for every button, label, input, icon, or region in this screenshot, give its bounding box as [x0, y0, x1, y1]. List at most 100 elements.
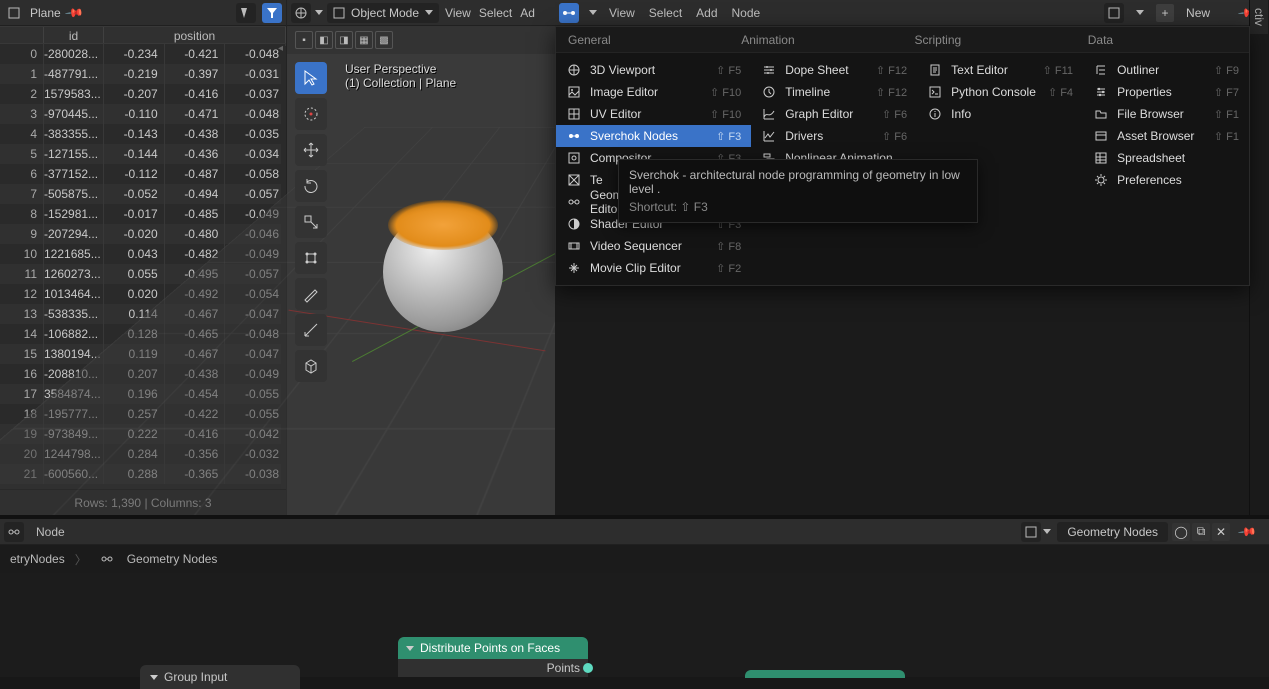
annotate-tool[interactable] [295, 278, 327, 310]
add-cube-tool[interactable] [295, 350, 327, 382]
menu-item-label: Spreadsheet [1117, 151, 1231, 165]
editor-type-icon[interactable] [291, 3, 311, 23]
col-position[interactable]: position [104, 27, 286, 43]
table-row[interactable]: 7-505875...-0.052-0.494-0.057 [0, 184, 286, 204]
dd-heading-general: General [556, 27, 729, 52]
node-tree-name[interactable]: Geometry Nodes [1067, 525, 1158, 539]
node-title: Distribute Points on Faces [420, 641, 560, 655]
table-row[interactable]: 4-383355...-0.143-0.438-0.035 [0, 124, 286, 144]
table-row[interactable]: 8-152981...-0.017-0.485-0.049 [0, 204, 286, 224]
menu-item-label: Image Editor [590, 85, 702, 99]
menu-item-3d-viewport[interactable]: 3D Viewport⇧ F5 [556, 59, 751, 81]
mode-dropdown[interactable]: Object Mode [327, 3, 439, 23]
graph-icon [761, 107, 777, 121]
move-tool[interactable] [295, 134, 327, 166]
menu-add[interactable]: Ad [518, 4, 537, 22]
tooltip-text: Sverchok - architectural node programmin… [629, 168, 967, 196]
table-row[interactable]: 6-377152...-0.112-0.487-0.058 [0, 164, 286, 184]
menu-item-label: Graph Editor [785, 107, 874, 121]
menu-item-drivers[interactable]: Drivers⇧ F6 [751, 125, 917, 147]
menu-item-uv-editor[interactable]: UV Editor⇧ F10 [556, 103, 751, 125]
table-row[interactable]: 5-127155...-0.144-0.436-0.034 [0, 144, 286, 164]
menu-node[interactable]: Node [730, 4, 763, 22]
table-row[interactable]: 0-280028...-0.234-0.421-0.048 [0, 44, 286, 64]
scale-tool[interactable] [295, 206, 327, 238]
menu-item-properties[interactable]: Properties⇧ F7 [1083, 81, 1249, 103]
menu-item-image-editor[interactable]: Image Editor⇧ F10 [556, 81, 751, 103]
breadcrumb-root[interactable]: etryNodes [10, 552, 65, 566]
viewport-object[interactable] [373, 190, 513, 330]
col-id[interactable]: id [44, 27, 104, 43]
menu-item-outliner[interactable]: Outliner⇧ F9 [1083, 59, 1249, 81]
duplicate-icon[interactable]: ⧉ [1192, 523, 1210, 541]
chevron-down-icon [406, 646, 414, 651]
dd-heading-scripting: Scripting [903, 27, 1076, 52]
selection-mode-tools[interactable]: ▪◧◨▦▩ [295, 31, 395, 49]
menu-item-video-sequencer[interactable]: Video Sequencer⇧ F8 [556, 235, 751, 257]
menu-select[interactable]: Select [647, 4, 684, 22]
menu-node[interactable]: Node [34, 523, 67, 541]
measure-tool[interactable] [295, 314, 327, 346]
menu-item-asset-browser[interactable]: Asset Browser⇧ F1 [1083, 125, 1249, 147]
table-row[interactable]: 3-970445...-0.110-0.471-0.048 [0, 104, 286, 124]
cursor-tool[interactable] [295, 98, 327, 130]
tree-type-icon[interactable] [1021, 522, 1041, 542]
output-socket[interactable] [583, 663, 593, 673]
menu-item-spreadsheet[interactable]: Spreadsheet [1083, 147, 1249, 169]
menu-add[interactable]: Add [694, 4, 719, 22]
filter-icon[interactable] [262, 3, 282, 23]
perspective-label: User Perspective [345, 62, 456, 76]
new-button[interactable]: New [1186, 6, 1210, 20]
uv-icon [566, 107, 582, 121]
plus-icon[interactable]: + [1156, 4, 1174, 22]
menu-item-timeline[interactable]: Timeline⇧ F12 [751, 81, 917, 103]
editor-type-button[interactable] [559, 3, 579, 23]
sidebar-tab[interactable]: ctiv [1250, 0, 1268, 34]
select-tool[interactable] [295, 62, 327, 94]
menu-item-dope-sheet[interactable]: Dope Sheet⇧ F12 [751, 59, 917, 81]
menu-item-graph-editor[interactable]: Graph Editor⇧ F6 [751, 103, 917, 125]
menu-item-shortcut: ⇧ F1 [1214, 130, 1239, 143]
text-icon [927, 63, 943, 77]
breadcrumb-current[interactable]: Geometry Nodes [127, 552, 218, 566]
tooltip-shortcut: Shortcut: ⇧ F3 [629, 200, 967, 214]
menu-item-file-browser[interactable]: File Browser⇧ F1 [1083, 103, 1249, 125]
node-distribute-points[interactable]: Distribute Points on Faces Points [398, 637, 588, 677]
shield-icon[interactable]: ◯ [1172, 523, 1190, 541]
menu-item-movie-clip-editor[interactable]: Movie Clip Editor⇧ F2 [556, 257, 751, 279]
editor-type-menu: General Animation Scripting Data 3D View… [555, 26, 1250, 286]
node-group-input[interactable]: Group Input [140, 665, 300, 689]
tree-type-icon[interactable] [1104, 3, 1124, 23]
pin-icon[interactable]: 📌 [64, 2, 84, 22]
chevron-down-icon[interactable] [589, 10, 597, 15]
menu-item-label: Movie Clip Editor [590, 261, 708, 275]
node-canvas[interactable]: Group Input Distribute Points on Faces P… [0, 573, 1269, 677]
dopesheet-icon [761, 63, 777, 77]
rotate-tool[interactable] [295, 170, 327, 202]
transform-tool[interactable] [295, 242, 327, 274]
menu-item-info[interactable]: Info [917, 103, 1083, 125]
selection-toggle[interactable] [236, 3, 256, 23]
node-title: Group Input [164, 670, 227, 684]
menu-item-label: Sverchok Nodes [590, 129, 708, 143]
menu-item-text-editor[interactable]: Text Editor⇧ F11 [917, 59, 1083, 81]
menu-view[interactable]: View [607, 4, 637, 22]
pin-icon[interactable]: 📌 [1237, 521, 1257, 541]
table-row[interactable]: 1-487791...-0.219-0.397-0.031 [0, 64, 286, 84]
menu-item-sverchok-nodes[interactable]: Sverchok Nodes⇧ F3 [556, 125, 751, 147]
node-socket-label: Points [547, 661, 580, 675]
menu-item-python-console[interactable]: Python Console⇧ F4 [917, 81, 1083, 103]
table-row[interactable]: 21579583...-0.207-0.416-0.037 [0, 84, 286, 104]
close-icon[interactable]: ✕ [1212, 523, 1230, 541]
editor-type-icon[interactable] [4, 522, 24, 542]
chevron-down-icon[interactable] [315, 10, 323, 15]
image-icon [566, 85, 582, 99]
menu-view[interactable]: View [443, 4, 473, 22]
menu-item-preferences[interactable]: Preferences [1083, 169, 1249, 191]
sequencer-icon [566, 239, 582, 253]
object-name: Plane [30, 6, 61, 20]
assetbrowser-icon [1093, 129, 1109, 143]
menu-select[interactable]: Select [477, 4, 514, 22]
chevron-down-icon [150, 675, 158, 680]
viewport-icon [566, 63, 582, 77]
